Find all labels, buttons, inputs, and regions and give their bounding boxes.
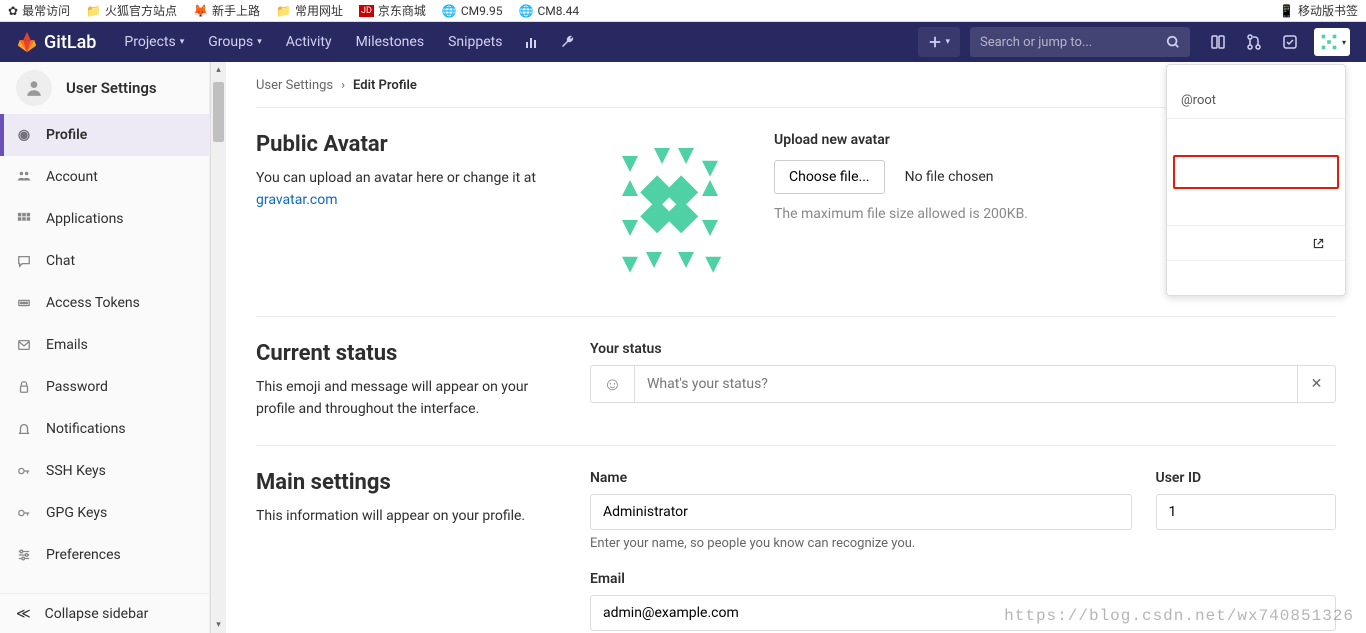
browser-bookmarks-bar: ✿最常访问 📁火狐官方站点 🦊新手上路 📁常用网址 JD京东商城 🌐CM9.95…: [0, 0, 1366, 22]
chat-icon: [16, 254, 32, 268]
sidebar-item-profile[interactable]: ◉Profile: [0, 114, 209, 156]
bell-icon: [16, 422, 32, 436]
section-current-status: Current status This emoji and message wi…: [256, 316, 1336, 445]
sidebar-item-chat[interactable]: Chat: [0, 240, 209, 282]
user-menu-button[interactable]: ▾: [1314, 28, 1350, 56]
dropdown-signout[interactable]: Sign out: [1167, 261, 1345, 295]
status-input-group: ☺ ✕: [590, 365, 1336, 403]
sidebar-item-account[interactable]: Account: [0, 156, 209, 198]
sidebar-header[interactable]: User Settings: [0, 62, 209, 114]
token-icon: [16, 296, 32, 310]
bookmark-item[interactable]: ✿最常访问: [8, 2, 70, 19]
userid-input[interactable]: [1156, 494, 1337, 530]
name-hint: Enter your name, so people you know can …: [590, 536, 1132, 551]
user-dropdown: Administrator @root Profile Settings Hel…: [1166, 64, 1346, 296]
sidebar-item-password[interactable]: Password: [0, 366, 209, 408]
search-box[interactable]: [970, 27, 1190, 57]
name-label: Name: [590, 470, 1132, 486]
current-avatar: [590, 132, 750, 292]
issues-icon[interactable]: [1200, 22, 1236, 62]
user-icon: [16, 70, 52, 106]
breadcrumb-current: Edit Profile: [353, 78, 417, 93]
breadcrumb-root[interactable]: User Settings: [256, 78, 333, 93]
gitlab-logo[interactable]: GitLab: [16, 31, 96, 53]
top-navigation: GitLab Projects▾ Groups▾ Activity Milest…: [0, 22, 1366, 62]
bookmark-item[interactable]: 📁火狐官方站点: [86, 2, 177, 19]
nav-groups[interactable]: Groups▾: [196, 22, 273, 62]
section-description: This emoji and message will appear on yo…: [256, 376, 566, 421]
choose-file-button[interactable]: Choose file...: [774, 160, 885, 194]
section-title: Current status: [256, 341, 566, 366]
section-main-settings: Main settings This information will appe…: [256, 445, 1336, 633]
plus-icon: [928, 35, 942, 49]
status-label: Your status: [590, 341, 1336, 357]
dropdown-profile[interactable]: Profile: [1167, 119, 1345, 153]
sidebar: User Settings ◉Profile Account Applicati…: [0, 62, 210, 633]
profile-icon: ◉: [16, 127, 32, 143]
chevron-right-icon: ›: [341, 78, 345, 93]
dropdown-username: Administrator: [1181, 75, 1331, 91]
dropdown-help[interactable]: Help: [1167, 191, 1345, 225]
email-icon: [16, 338, 32, 352]
sidebar-item-access-tokens[interactable]: Access Tokens: [0, 282, 209, 324]
bookmark-item[interactable]: 🦊新手上路: [193, 2, 260, 19]
emoji-picker-button[interactable]: ☺: [591, 366, 635, 402]
bookmark-item[interactable]: 🌐CM9.95: [442, 4, 503, 18]
sidebar-scrollbar[interactable]: ▴ ▾: [210, 62, 226, 633]
search-input[interactable]: [980, 35, 1166, 50]
merge-requests-icon[interactable]: [1236, 22, 1272, 62]
section-description: This information will appear on your pro…: [256, 505, 566, 527]
nav-milestones[interactable]: Milestones: [344, 22, 437, 62]
key-icon: [16, 464, 32, 478]
key-icon: [16, 506, 32, 520]
gravatar-link[interactable]: gravatar.com: [256, 192, 338, 208]
admin-wrench-icon[interactable]: [550, 22, 586, 62]
bookmark-mobile[interactable]: 📱移动版书签: [1279, 2, 1358, 19]
collapse-sidebar[interactable]: ≪ Collapse sidebar: [0, 593, 209, 633]
sidebar-title: User Settings: [66, 79, 157, 97]
account-icon: [16, 170, 32, 184]
sidebar-item-applications[interactable]: Applications: [0, 198, 209, 240]
userid-label: User ID: [1156, 470, 1337, 486]
search-icon: [1166, 35, 1180, 49]
lock-icon: [16, 380, 32, 394]
clear-status-button[interactable]: ✕: [1297, 366, 1335, 402]
gitlab-icon: [16, 31, 38, 53]
apps-icon: [16, 212, 32, 226]
sidebar-item-ssh-keys[interactable]: SSH Keys: [0, 450, 209, 492]
sidebar-item-preferences[interactable]: Preferences: [0, 534, 209, 576]
sidebar-item-gpg-keys[interactable]: GPG Keys: [0, 492, 209, 534]
bookmark-item[interactable]: JD京东商城: [359, 2, 426, 19]
avatar-identicon-icon: [1318, 31, 1340, 53]
dropdown-handle: @root: [1181, 93, 1331, 108]
dropdown-contribute[interactable]: Contribute to GitLab: [1167, 226, 1345, 260]
external-link-icon: [1312, 237, 1325, 250]
section-description: You can upload an avatar here or change …: [256, 167, 566, 212]
nav-activity[interactable]: Activity: [274, 22, 344, 62]
bookmark-item[interactable]: 📁常用网址: [276, 2, 343, 19]
brand-text: GitLab: [44, 32, 96, 53]
dropdown-settings[interactable]: Settings: [1173, 155, 1339, 189]
collapse-icon: ≪: [16, 606, 31, 622]
email-label: Email: [590, 571, 1336, 587]
file-chosen-status: No file chosen: [905, 169, 994, 185]
name-input[interactable]: [590, 494, 1132, 530]
nav-items: Projects▾ Groups▾ Activity Milestones Sn…: [112, 22, 586, 62]
preferences-icon: [16, 548, 32, 562]
new-project-button[interactable]: ▾: [918, 27, 960, 57]
nav-snippets[interactable]: Snippets: [436, 22, 514, 62]
todos-icon[interactable]: [1272, 22, 1308, 62]
nav-projects[interactable]: Projects▾: [112, 22, 196, 62]
section-title: Main settings: [256, 470, 566, 495]
dropdown-header: Administrator @root: [1167, 65, 1345, 119]
bookmark-item[interactable]: 🌐CM8.44: [519, 4, 580, 18]
email-input[interactable]: [590, 595, 1336, 631]
identicon-icon: [590, 132, 750, 292]
section-title: Public Avatar: [256, 132, 566, 157]
sidebar-item-notifications[interactable]: Notifications: [0, 408, 209, 450]
sidebar-item-emails[interactable]: Emails: [0, 324, 209, 366]
status-input[interactable]: [635, 366, 1297, 402]
activity-chart-icon[interactable]: [514, 22, 550, 62]
chevron-down-icon: ▾: [1342, 38, 1346, 47]
